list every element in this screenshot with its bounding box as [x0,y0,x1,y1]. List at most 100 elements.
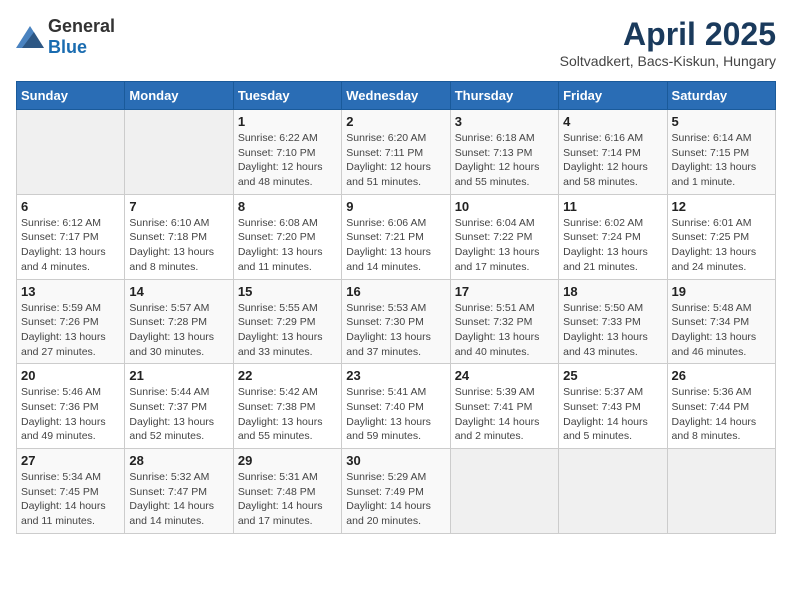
day-cell: 29 Sunrise: 5:31 AM Sunset: 7:48 PM Dayli… [233,449,341,534]
day-number: 16 [346,284,445,299]
header-thursday: Thursday [450,82,558,110]
day-number: 25 [563,368,662,383]
day-cell: 6 Sunrise: 6:12 AM Sunset: 7:17 PM Daylig… [17,194,125,279]
day-cell: 26 Sunrise: 5:36 AM Sunset: 7:44 PM Dayli… [667,364,775,449]
day-number: 10 [455,199,554,214]
day-cell: 15 Sunrise: 5:55 AM Sunset: 7:29 PM Dayli… [233,279,341,364]
day-info: Sunrise: 6:14 AM Sunset: 7:15 PM Dayligh… [672,131,771,190]
day-info: Sunrise: 5:36 AM Sunset: 7:44 PM Dayligh… [672,385,771,444]
calendar-header: SundayMondayTuesdayWednesdayThursdayFrid… [17,82,776,110]
day-info: Sunrise: 5:29 AM Sunset: 7:49 PM Dayligh… [346,470,445,529]
day-info: Sunrise: 5:51 AM Sunset: 7:32 PM Dayligh… [455,301,554,360]
day-cell: 7 Sunrise: 6:10 AM Sunset: 7:18 PM Daylig… [125,194,233,279]
day-info: Sunrise: 6:22 AM Sunset: 7:10 PM Dayligh… [238,131,337,190]
day-number: 20 [21,368,120,383]
day-number: 24 [455,368,554,383]
week-row-5: 27Sunrise: 5:34 AM Sunset: 7:45 PM Dayli… [17,449,776,534]
header-tuesday: Tuesday [233,82,341,110]
calendar-body: 1Sunrise: 6:22 AM Sunset: 7:10 PM Daylig… [17,110,776,534]
day-info: Sunrise: 5:31 AM Sunset: 7:48 PM Dayligh… [238,470,337,529]
day-info: Sunrise: 5:53 AM Sunset: 7:30 PM Dayligh… [346,301,445,360]
logo-general: General [48,16,115,36]
page-header: General Blue April 2025 Soltvadkert, Bac… [16,16,776,69]
day-cell: 27Sunrise: 5:34 AM Sunset: 7:45 PM Dayli… [17,449,125,534]
day-info: Sunrise: 6:04 AM Sunset: 7:22 PM Dayligh… [455,216,554,275]
day-info: Sunrise: 5:50 AM Sunset: 7:33 PM Dayligh… [563,301,662,360]
day-cell: 11 Sunrise: 6:02 AM Sunset: 7:24 PM Dayli… [559,194,667,279]
day-cell: 12 Sunrise: 6:01 AM Sunset: 7:25 PM Dayli… [667,194,775,279]
day-cell: 16 Sunrise: 5:53 AM Sunset: 7:30 PM Dayli… [342,279,450,364]
day-info: Sunrise: 5:39 AM Sunset: 7:41 PM Dayligh… [455,385,554,444]
day-number: 22 [238,368,337,383]
day-info: Sunrise: 5:55 AM Sunset: 7:29 PM Dayligh… [238,301,337,360]
day-cell: 23 Sunrise: 5:41 AM Sunset: 7:40 PM Dayli… [342,364,450,449]
day-number: 4 [563,114,662,129]
day-info: Sunrise: 6:12 AM Sunset: 7:17 PM Dayligh… [21,216,120,275]
day-cell: 8Sunrise: 6:08 AM Sunset: 7:20 PM Daylig… [233,194,341,279]
day-cell: 9Sunrise: 6:06 AM Sunset: 7:21 PM Daylig… [342,194,450,279]
day-cell: 21 Sunrise: 5:44 AM Sunset: 7:37 PM Dayli… [125,364,233,449]
day-info: Sunrise: 5:46 AM Sunset: 7:36 PM Dayligh… [21,385,120,444]
week-row-2: 6 Sunrise: 6:12 AM Sunset: 7:17 PM Daylig… [17,194,776,279]
logo: General Blue [16,16,115,58]
week-row-1: 1Sunrise: 6:22 AM Sunset: 7:10 PM Daylig… [17,110,776,195]
day-number: 12 [672,199,771,214]
day-number: 30 [346,453,445,468]
day-number: 27 [21,453,120,468]
day-number: 17 [455,284,554,299]
day-number: 23 [346,368,445,383]
day-info: Sunrise: 5:42 AM Sunset: 7:38 PM Dayligh… [238,385,337,444]
day-info: Sunrise: 6:01 AM Sunset: 7:25 PM Dayligh… [672,216,771,275]
day-cell: 30 Sunrise: 5:29 AM Sunset: 7:49 PM Dayli… [342,449,450,534]
day-cell: 4 Sunrise: 6:16 AM Sunset: 7:14 PM Daylig… [559,110,667,195]
day-cell: 10 Sunrise: 6:04 AM Sunset: 7:22 PM Dayli… [450,194,558,279]
day-info: Sunrise: 5:41 AM Sunset: 7:40 PM Dayligh… [346,385,445,444]
day-info: Sunrise: 5:59 AM Sunset: 7:26 PM Dayligh… [21,301,120,360]
day-number: 13 [21,284,120,299]
day-number: 2 [346,114,445,129]
day-info: Sunrise: 5:44 AM Sunset: 7:37 PM Dayligh… [129,385,228,444]
day-info: Sunrise: 6:02 AM Sunset: 7:24 PM Dayligh… [563,216,662,275]
day-number: 19 [672,284,771,299]
day-number: 18 [563,284,662,299]
day-cell: 24 Sunrise: 5:39 AM Sunset: 7:41 PM Dayli… [450,364,558,449]
header-row: SundayMondayTuesdayWednesdayThursdayFrid… [17,82,776,110]
day-cell: 22 Sunrise: 5:42 AM Sunset: 7:38 PM Dayli… [233,364,341,449]
day-cell: 13 Sunrise: 5:59 AM Sunset: 7:26 PM Dayli… [17,279,125,364]
day-cell [559,449,667,534]
day-cell [125,110,233,195]
day-info: Sunrise: 5:57 AM Sunset: 7:28 PM Dayligh… [129,301,228,360]
header-sunday: Sunday [17,82,125,110]
subtitle: Soltvadkert, Bacs-Kiskun, Hungary [560,53,776,69]
header-monday: Monday [125,82,233,110]
calendar-table: SundayMondayTuesdayWednesdayThursdayFrid… [16,81,776,534]
day-info: Sunrise: 6:08 AM Sunset: 7:20 PM Dayligh… [238,216,337,275]
day-number: 26 [672,368,771,383]
day-number: 15 [238,284,337,299]
day-cell [667,449,775,534]
day-info: Sunrise: 5:48 AM Sunset: 7:34 PM Dayligh… [672,301,771,360]
day-cell: 14 Sunrise: 5:57 AM Sunset: 7:28 PM Dayli… [125,279,233,364]
day-info: Sunrise: 6:10 AM Sunset: 7:18 PM Dayligh… [129,216,228,275]
day-cell: 18 Sunrise: 5:50 AM Sunset: 7:33 PM Dayli… [559,279,667,364]
day-cell [450,449,558,534]
day-cell: 3Sunrise: 6:18 AM Sunset: 7:13 PM Daylig… [450,110,558,195]
day-number: 6 [21,199,120,214]
day-info: Sunrise: 5:32 AM Sunset: 7:47 PM Dayligh… [129,470,228,529]
day-info: Sunrise: 5:37 AM Sunset: 7:43 PM Dayligh… [563,385,662,444]
day-number: 28 [129,453,228,468]
day-number: 7 [129,199,228,214]
week-row-4: 20 Sunrise: 5:46 AM Sunset: 7:36 PM Dayli… [17,364,776,449]
day-number: 29 [238,453,337,468]
day-info: Sunrise: 6:16 AM Sunset: 7:14 PM Dayligh… [563,131,662,190]
day-info: Sunrise: 6:06 AM Sunset: 7:21 PM Dayligh… [346,216,445,275]
day-info: Sunrise: 6:18 AM Sunset: 7:13 PM Dayligh… [455,131,554,190]
day-cell: 28 Sunrise: 5:32 AM Sunset: 7:47 PM Dayli… [125,449,233,534]
day-number: 11 [563,199,662,214]
day-cell: 1Sunrise: 6:22 AM Sunset: 7:10 PM Daylig… [233,110,341,195]
day-cell: 5Sunrise: 6:14 AM Sunset: 7:15 PM Daylig… [667,110,775,195]
day-number: 21 [129,368,228,383]
day-cell [17,110,125,195]
day-cell: 20 Sunrise: 5:46 AM Sunset: 7:36 PM Dayli… [17,364,125,449]
day-number: 14 [129,284,228,299]
